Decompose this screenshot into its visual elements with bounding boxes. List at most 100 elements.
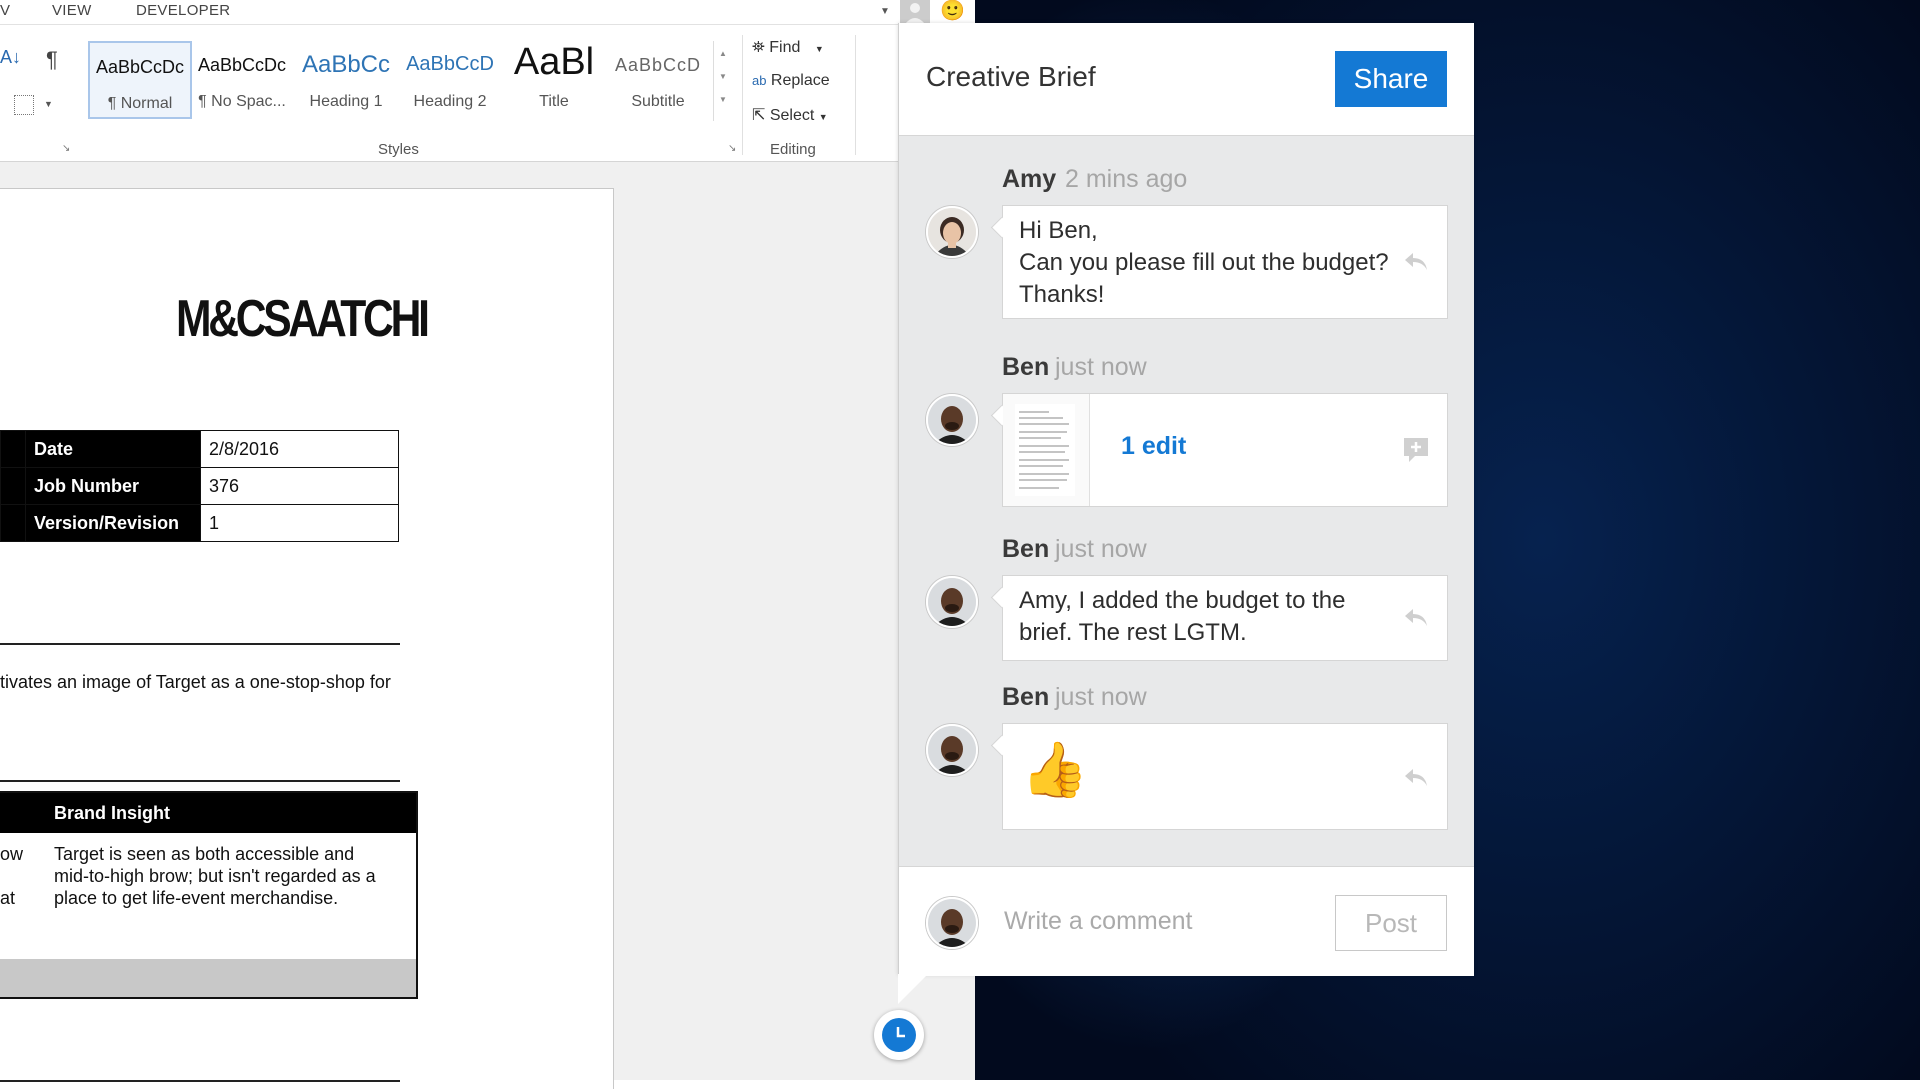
insight-left-text: ow: [0, 844, 24, 864]
replace-icon: ab: [752, 73, 767, 88]
style-sample: AaBbCcDc: [197, 55, 287, 75]
edit-bubble[interactable]: 1 edit: [1002, 393, 1448, 507]
section-rule: [0, 643, 400, 645]
reply-icon[interactable]: [1403, 764, 1429, 790]
comment-time: just now: [1055, 353, 1147, 381]
insight-line: place to get life-event merchandise.: [54, 888, 339, 908]
reply-icon[interactable]: [1403, 604, 1429, 630]
select-dropdown-icon: ▼: [818, 112, 828, 122]
post-button[interactable]: Post: [1335, 895, 1447, 951]
editing-group-label: Editing: [770, 141, 816, 158]
insight-gray-row: [0, 959, 416, 997]
comment-bubble: Hi Ben, Can you please fill out the budg…: [1002, 205, 1448, 319]
panel-header: Creative Brief Share: [899, 23, 1474, 136]
style-heading-2[interactable]: AaBbCcD Heading 2: [400, 41, 500, 115]
smiley-feedback-icon[interactable]: 🙂: [940, 0, 965, 22]
borders-icon[interactable]: [14, 95, 34, 115]
brand-insight-table: Brand Insight ow at Target is seen as bo…: [0, 791, 418, 999]
comment-input[interactable]: [1002, 897, 1326, 945]
replace-label: Replace: [770, 72, 830, 89]
pilcrow-icon[interactable]: ¶: [46, 47, 58, 73]
menu-bar: V VIEW DEVELOPER ▼ 🙂: [0, 0, 975, 25]
table-cell[interactable]: 1: [200, 504, 399, 542]
binoculars-icon: ⛯: [752, 39, 765, 56]
comment-body: Amy, I added the budget to the brief. Th…: [1019, 585, 1399, 649]
sort-icon[interactable]: A↓: [0, 47, 21, 68]
ribbon-divider: [855, 35, 856, 155]
paragraph-dialog-launcher-icon[interactable]: ↘: [62, 143, 70, 154]
history-button[interactable]: [874, 1010, 924, 1060]
gallery-down-icon[interactable]: ▼: [714, 72, 732, 81]
reply-icon[interactable]: [1403, 248, 1429, 274]
styles-group-label: Styles: [378, 141, 419, 158]
comment-bubble: Amy, I added the budget to the brief. Th…: [1002, 575, 1448, 661]
ribbon-divider: [742, 35, 743, 155]
table-cell[interactable]: 2/8/2016: [200, 430, 399, 468]
avatar-amy[interactable]: [926, 206, 978, 258]
add-comment-icon[interactable]: [1403, 436, 1429, 462]
comment-author: Ben: [1002, 683, 1050, 711]
user-account-icon[interactable]: [900, 0, 930, 24]
menu-developer[interactable]: DEVELOPER: [136, 2, 230, 19]
style-title[interactable]: AaBl Title: [504, 41, 604, 115]
table-cell[interactable]: 376: [200, 467, 399, 505]
agency-logo: M&CSAATCHI: [176, 290, 430, 348]
style-sample: AaBbCcD: [406, 53, 494, 75]
style-normal[interactable]: AaBbCcDc ¶ Normal: [88, 41, 192, 119]
cursor-icon: ⇱: [752, 107, 766, 124]
edit-count-link[interactable]: 1 edit: [1121, 432, 1186, 461]
comment-line: brief. The rest LGTM.: [1019, 619, 1247, 646]
avatar-ben[interactable]: [926, 394, 978, 446]
insight-text[interactable]: Target is seen as both accessible and mi…: [54, 843, 376, 909]
clock-icon: [882, 1018, 916, 1052]
comment-line: Hi Ben,: [1019, 217, 1098, 244]
insight-header: Brand Insight: [54, 803, 170, 823]
style-subtitle[interactable]: AaBbCcD Subtitle: [608, 41, 708, 115]
thumbs-up-icon: 👍: [1021, 740, 1089, 800]
avatar-ben[interactable]: [926, 724, 978, 776]
ribbon-collapse-icon[interactable]: ▼: [880, 6, 890, 17]
avatar-ben[interactable]: [926, 576, 978, 628]
styles-dialog-launcher-icon[interactable]: ↘: [728, 143, 736, 154]
comment-panel: Creative Brief Share Amy 2 mins ago Hi B…: [898, 23, 1474, 976]
menu-view-partial[interactable]: V: [0, 2, 10, 19]
style-sample: AaBbCc: [301, 51, 391, 78]
comment-line: Thanks!: [1019, 281, 1105, 308]
style-sample: AaBbCcD: [614, 55, 702, 75]
comment-time: 2 mins ago: [1065, 165, 1188, 193]
style-no-spacing[interactable]: AaBbCcDc ¶ No Spac...: [192, 41, 292, 115]
style-name: ¶ No Spac...: [198, 93, 286, 110]
menu-view[interactable]: VIEW: [52, 2, 92, 19]
style-name: Heading 2: [413, 93, 487, 110]
find-label: Find: [769, 39, 801, 56]
panel-pointer: [898, 974, 928, 1004]
table-cell: [0, 430, 26, 468]
insight-header-row: Brand Insight: [0, 793, 416, 833]
insight-left-text: at: [0, 888, 16, 908]
styles-gallery-scroll[interactable]: ▲ ▼ ▼: [713, 41, 732, 121]
info-table: Date 2/8/2016 Job Number 376 Version/Rev…: [0, 430, 399, 542]
table-header-cell: Job Number: [25, 467, 201, 505]
body-paragraph[interactable]: tivates an image of Target as a one-stop…: [0, 672, 391, 693]
share-button[interactable]: Share: [1335, 51, 1447, 107]
replace-button[interactable]: ab Replace: [752, 72, 830, 90]
gallery-up-icon[interactable]: ▲: [714, 49, 732, 58]
select-button[interactable]: ⇱ Select ▼: [752, 105, 828, 125]
table-row: Date 2/8/2016: [0, 430, 399, 468]
style-name: Subtitle: [631, 93, 685, 110]
document-thumbnail[interactable]: [1003, 394, 1090, 506]
insight-left-column: ow at: [0, 843, 23, 909]
table-row: Version/Revision 1: [0, 504, 399, 542]
style-name: Title: [539, 93, 569, 110]
style-name: Heading 1: [309, 93, 383, 110]
table-cell: [0, 467, 26, 505]
style-sample: AaBl: [513, 41, 595, 83]
borders-dropdown-icon[interactable]: ▼: [44, 99, 53, 109]
style-heading-1[interactable]: AaBbCc Heading 1: [296, 41, 396, 115]
comment-time: just now: [1055, 535, 1147, 563]
gallery-more-icon[interactable]: ▼: [714, 95, 732, 104]
comment-line: Amy, I added the budget to the: [1019, 587, 1346, 614]
table-cell: [0, 504, 26, 542]
find-button[interactable]: ⛯ Find ▼: [752, 39, 824, 57]
ribbon: A↓ ¶ ▼ ↘ AaBbCcDc ¶ Normal AaBbCcDc ¶ No…: [0, 25, 975, 162]
